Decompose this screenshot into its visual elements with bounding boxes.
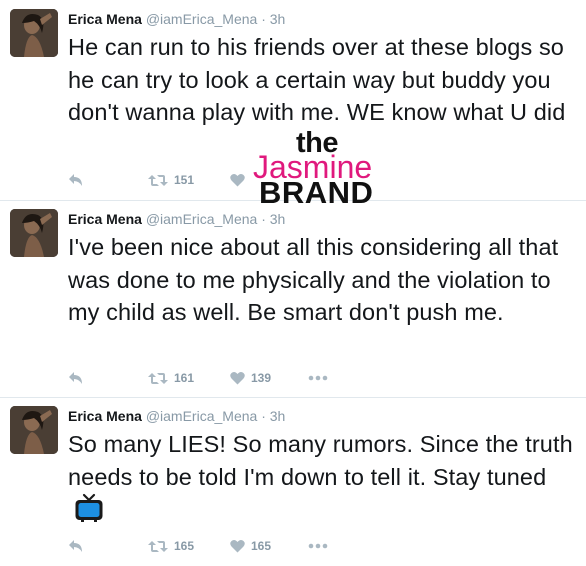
display-name[interactable]: Erica Mena (68, 11, 142, 27)
timestamp[interactable]: 3h (270, 211, 286, 227)
like-button[interactable]: 165 (230, 536, 271, 556)
reply-button[interactable] (68, 536, 84, 556)
timestamp[interactable]: 3h (270, 408, 286, 424)
more-icon (308, 543, 328, 549)
like-count: 139 (251, 371, 272, 385)
timestamp[interactable]: 3h (270, 11, 286, 27)
heart-icon (230, 371, 245, 385)
more-button[interactable] (308, 536, 328, 556)
username[interactable]: @iamErica_Mena (146, 11, 257, 27)
reply-icon (69, 174, 82, 186)
tweet-header: Erica Mena @iamErica_Mena · 3h (68, 408, 285, 424)
tweet-actions: 165 165 (68, 536, 368, 556)
tweet-text: He can run to his friends over at these … (68, 34, 566, 125)
tweet-3[interactable]: Erica Mena @iamErica_Mena · 3h So many L… (0, 397, 586, 566)
separator-dot: · (261, 11, 266, 27)
tweet-text: So many LIES! So many rumors. Since the … (68, 428, 578, 532)
display-name[interactable]: Erica Mena (68, 408, 142, 424)
television-emoji-icon (74, 493, 104, 532)
tweet-header: Erica Mena @iamErica_Mena · 3h (68, 11, 285, 27)
retweet-count: 165 (174, 539, 195, 553)
heart-icon (230, 539, 245, 553)
retweet-icon (148, 174, 168, 186)
avatar[interactable] (10, 209, 58, 257)
like-button[interactable]: 139 (230, 368, 271, 388)
username[interactable]: @iamErica_Mena (146, 408, 257, 424)
retweet-count: 161 (174, 371, 195, 385)
tweet-header: Erica Mena @iamErica_Mena · 3h (68, 211, 285, 227)
avatar[interactable] (10, 406, 58, 454)
retweet-icon (148, 372, 168, 384)
separator-dot: · (261, 408, 266, 424)
reply-button[interactable] (68, 368, 84, 388)
like-button[interactable] (230, 170, 251, 190)
like-count: 165 (251, 539, 272, 553)
reply-icon (69, 372, 82, 384)
retweet-button[interactable]: 151 (148, 170, 194, 190)
watermark-logo: the Jasmine BRAND (253, 128, 403, 213)
more-button[interactable] (308, 368, 328, 388)
heart-icon (230, 173, 245, 187)
retweet-button[interactable]: 161 (148, 368, 194, 388)
display-name[interactable]: Erica Mena (68, 211, 142, 227)
retweet-icon (148, 540, 168, 552)
tweet-text: I've been nice about all this considerin… (68, 234, 559, 325)
retweet-button[interactable]: 165 (148, 536, 194, 556)
more-icon (308, 375, 328, 381)
avatar[interactable] (10, 9, 58, 57)
separator-dot: · (261, 211, 266, 227)
reply-icon (69, 540, 82, 552)
tweet-text-body: So many LIES! So many rumors. Since the … (68, 431, 573, 490)
username[interactable]: @iamErica_Mena (146, 211, 257, 227)
watermark-brand: BRAND (259, 175, 374, 210)
tweet-2[interactable]: Erica Mena @iamErica_Mena · 3h I've been… (0, 200, 586, 397)
tweet-actions: 161 139 (68, 368, 368, 388)
reply-button[interactable] (68, 170, 84, 190)
retweet-count: 151 (174, 173, 195, 187)
